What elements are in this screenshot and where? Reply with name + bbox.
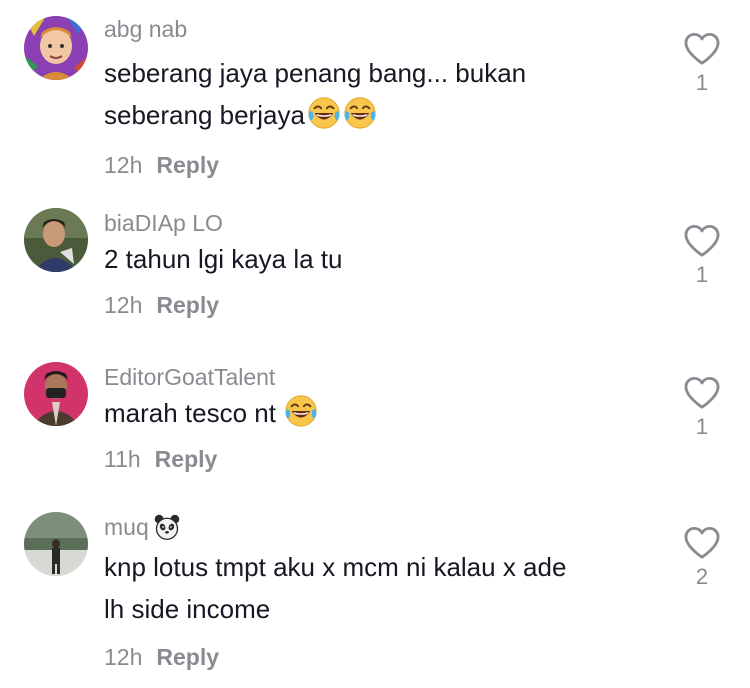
laughing-emoji-icon — [343, 96, 377, 130]
like-count: 2 — [695, 564, 709, 589]
comment-text-line: lh side income — [104, 594, 271, 624]
comment-text-line: knp lotus tmpt aku x mcm ni kalau x ade — [104, 552, 567, 582]
comment-timestamp: 12h — [104, 644, 143, 670]
reply-button[interactable]: Reply — [156, 292, 219, 318]
comment-meta: 11h Reply — [104, 444, 664, 474]
comment-meta: 12h Reply — [104, 642, 664, 672]
like-control[interactable]: 1 — [680, 32, 724, 96]
avatar[interactable] — [24, 512, 88, 576]
comment-timestamp: 12h — [104, 152, 143, 178]
comment-username-text[interactable]: muq — [104, 514, 149, 540]
reply-button[interactable]: Reply — [155, 446, 218, 472]
heart-outline-icon[interactable] — [683, 32, 721, 66]
heart-outline-icon[interactable] — [683, 526, 721, 560]
comment-text: 2 tahun lgi kaya la tu — [104, 244, 343, 274]
comment-text: seberang jaya penang bang... bukan seber… — [104, 52, 664, 136]
comment-meta: 12h Reply — [104, 150, 664, 180]
comment-text-line: seberang jaya penang bang... bukan — [104, 58, 527, 88]
like-count: 1 — [695, 262, 709, 287]
comment-username[interactable]: biaDIAp LO — [104, 208, 664, 238]
like-count: 1 — [695, 70, 709, 95]
comment-timestamp: 11h — [104, 446, 141, 472]
avatar[interactable] — [24, 208, 88, 272]
avatar[interactable] — [24, 362, 88, 426]
comment-timestamp: 12h — [104, 292, 143, 318]
heart-outline-icon[interactable] — [683, 376, 721, 410]
avatar[interactable] — [24, 16, 88, 80]
comment-text: knp lotus tmpt aku x mcm ni kalau x ade … — [104, 546, 664, 630]
panda-emoji-icon — [153, 513, 181, 541]
like-control[interactable]: 1 — [680, 224, 724, 288]
heart-outline-icon[interactable] — [683, 224, 721, 258]
comment-username[interactable]: abg nab — [104, 14, 664, 44]
comment-text-line: marah tesco nt — [104, 398, 276, 428]
like-control[interactable]: 1 — [680, 376, 724, 440]
comment-username[interactable]: muq — [104, 512, 664, 542]
laughing-emoji-icon — [284, 394, 318, 428]
comment-text-line: seberang berjaya — [104, 100, 305, 130]
comment-text: marah tesco nt — [104, 392, 664, 434]
like-control[interactable]: 2 — [680, 526, 724, 590]
like-count: 1 — [695, 414, 709, 439]
comment-meta: 12h Reply — [104, 290, 664, 320]
comment-username[interactable]: EditorGoatTalent — [104, 362, 664, 392]
reply-button[interactable]: Reply — [156, 152, 219, 178]
reply-button[interactable]: Reply — [156, 644, 219, 670]
laughing-emoji-icon — [307, 96, 341, 130]
